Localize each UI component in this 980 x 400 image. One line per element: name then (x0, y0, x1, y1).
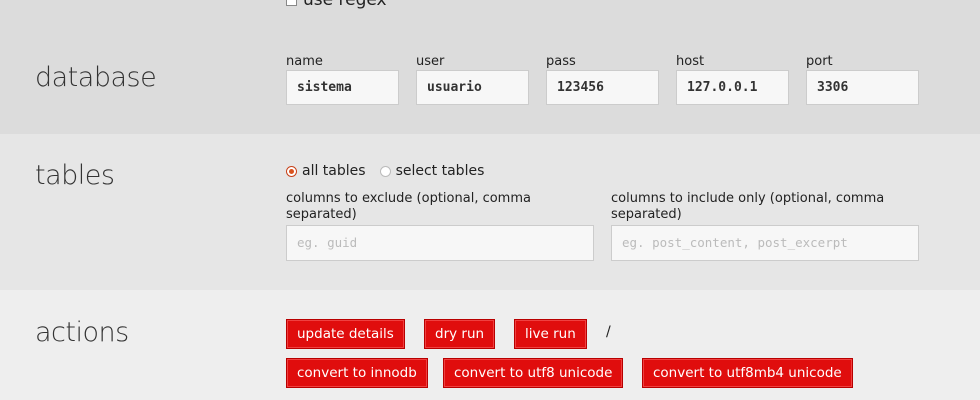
db-user-field: user usuario (416, 53, 529, 105)
select-tables-label: select tables (395, 163, 485, 179)
db-user-input[interactable]: usuario (416, 70, 529, 105)
db-port-label: port (806, 54, 833, 69)
use-regex-label: use regex (303, 0, 387, 10)
db-pass-field: pass 123456 (546, 53, 659, 105)
all-tables-radio[interactable] (286, 165, 297, 177)
update-details-button[interactable]: update details (286, 319, 405, 349)
convert-utf8-button[interactable]: convert to utf8 unicode (443, 358, 624, 388)
dry-run-button[interactable]: dry run (424, 319, 496, 349)
include-columns-label: columns to include only (optional, comma… (611, 191, 885, 222)
tables-radio-group: all tables select tables (286, 163, 498, 179)
actions-separator: / (606, 324, 611, 340)
db-host-field: host 127.0.0.1 (676, 53, 789, 105)
tables-title: tables (35, 160, 115, 191)
db-name-field: name sistema (286, 53, 399, 105)
include-columns-input[interactable]: eg. post_content, post_excerpt (611, 225, 919, 261)
db-pass-input[interactable]: 123456 (546, 70, 659, 105)
convert-innodb-button[interactable]: convert to innodb (286, 358, 428, 388)
db-port-input[interactable]: 3306 (806, 70, 919, 105)
convert-utf8mb4-button[interactable]: convert to utf8mb4 unicode (642, 358, 853, 388)
actions-title: actions (35, 317, 129, 348)
regex-section: use regex (0, 0, 980, 36)
tables-section: tables all tables select tables columns … (0, 134, 980, 290)
live-run-button[interactable]: live run (514, 319, 587, 349)
select-tables-radio[interactable] (379, 165, 391, 177)
db-port-field: port 3306 (806, 53, 919, 105)
db-host-label: host (676, 54, 705, 69)
exclude-columns-block: columns to exclude (optional, comma sepa… (286, 191, 594, 261)
db-pass-label: pass (546, 54, 576, 69)
db-host-input[interactable]: 127.0.0.1 (676, 70, 789, 105)
exclude-columns-input[interactable]: eg. guid (286, 225, 594, 261)
db-name-label: name (286, 54, 323, 69)
actions-section: actions update details dry run live run … (0, 290, 980, 400)
database-section: database name sistema user usuario pass … (0, 36, 980, 134)
use-regex-row[interactable]: use regex (286, 0, 387, 10)
exclude-columns-label: columns to exclude (optional, comma sepa… (286, 191, 531, 222)
all-tables-label: all tables (302, 163, 366, 179)
database-title: database (35, 62, 157, 93)
use-regex-checkbox[interactable] (286, 0, 297, 6)
db-name-input[interactable]: sistema (286, 70, 399, 105)
include-columns-block: columns to include only (optional, comma… (611, 191, 919, 261)
db-user-label: user (416, 54, 445, 69)
